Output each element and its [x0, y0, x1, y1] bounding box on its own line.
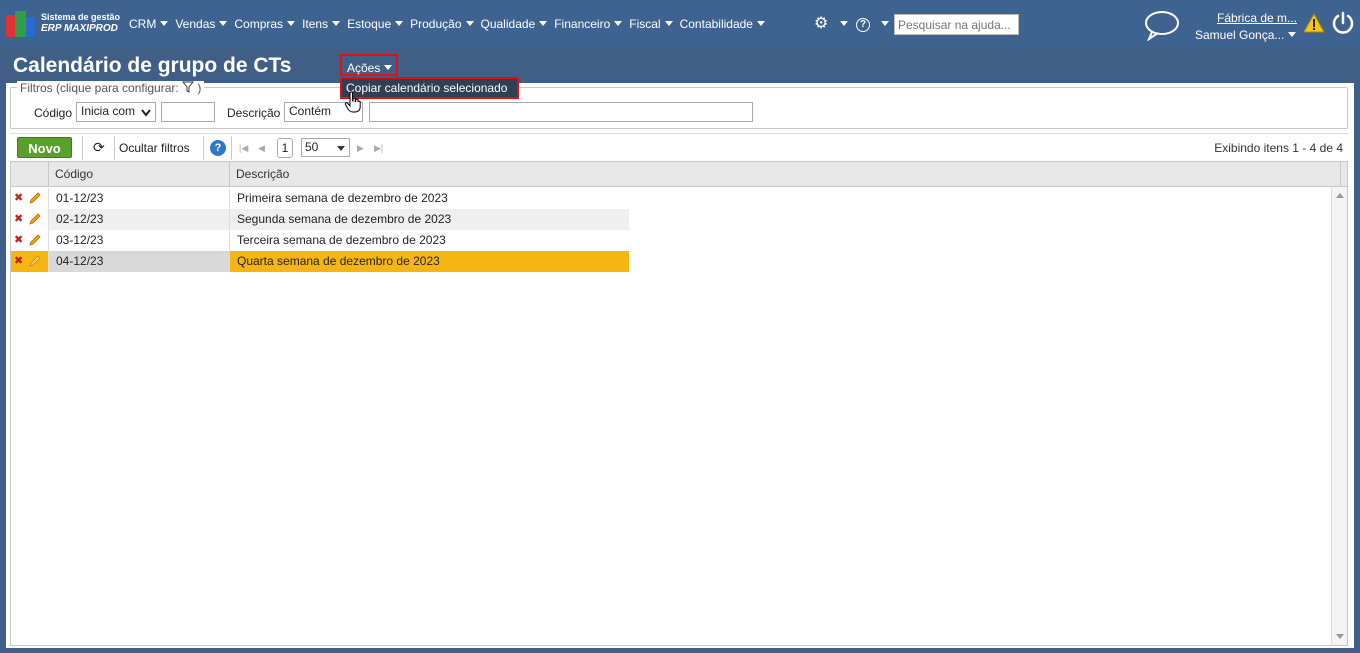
menu-itens[interactable]: Itens [302, 17, 341, 31]
descricao-column-header[interactable]: Descrição [230, 162, 1341, 187]
first-page-icon[interactable]: |◀ [239, 143, 248, 154]
brand-text[interactable]: Sistema de gestão ERP MAXIPROD [41, 12, 120, 34]
codigo-column-header[interactable]: Código [49, 162, 230, 187]
menu-estoque[interactable]: Estoque [347, 17, 404, 31]
title-bar: Calendário de grupo de CTs Ações [6, 49, 1354, 83]
top-navigation-bar: Sistema de gestão ERP MAXIPROD CRM Venda… [0, 0, 1360, 47]
grid-header: Código Descrição [11, 162, 1347, 187]
delete-icon[interactable]: ✖ [14, 192, 23, 204]
help-chevron-down-icon[interactable] [881, 21, 889, 26]
pencil-icon[interactable] [28, 233, 42, 247]
chevron-down-icon [287, 21, 296, 26]
chevron-down-icon [1288, 32, 1297, 37]
chevron-down-icon [664, 21, 673, 26]
table-row[interactable]: ✖ 02-12/23 Segunda semana de dezembro de… [11, 209, 629, 230]
codigo-operator-select[interactable]: Inicia com [76, 102, 156, 122]
page-number[interactable]: 1 [277, 138, 293, 158]
refresh-icon[interactable]: ⟳ [93, 140, 105, 154]
table-row-selected[interactable]: ✖ 04-12/23 Quarta semana de dezembro de … [11, 251, 629, 272]
chevron-down-icon [160, 21, 169, 26]
gear-icon[interactable]: ⚙ [814, 16, 828, 32]
settings-chevron-down-icon[interactable] [840, 21, 848, 26]
help-search-input[interactable] [894, 14, 1019, 35]
descricao-cell: Primeira semana de dezembro de 2023 [237, 191, 448, 205]
pencil-icon[interactable] [28, 254, 42, 268]
scroll-down-icon [1336, 634, 1344, 639]
main-menu: CRM Vendas Compras Itens Estoque Produçã… [129, 17, 772, 31]
chevron-down-icon [384, 65, 393, 70]
pencil-icon[interactable] [28, 212, 42, 226]
filters-panel: Filtros (clique para configurar: ) Códig… [10, 81, 1348, 129]
chevron-down-icon [539, 21, 548, 26]
menu-fiscal[interactable]: Fiscal [629, 17, 673, 31]
filter-icon [182, 81, 195, 93]
chevron-down-icon [465, 21, 474, 26]
chevron-down-icon [219, 21, 228, 26]
scroll-up-icon [1336, 193, 1344, 198]
delete-icon[interactable]: ✖ [14, 234, 23, 246]
descricao-filter-label: Descrição [227, 106, 281, 120]
codigo-cell: 04-12/23 [49, 251, 230, 272]
user-menu[interactable]: Samuel Gonça... [1195, 28, 1297, 42]
help-icon[interactable]: ? [856, 18, 870, 32]
pencil-icon[interactable] [28, 191, 42, 205]
prev-page-icon[interactable]: ◀ [258, 143, 265, 154]
menu-compras[interactable]: Compras [234, 17, 296, 31]
data-grid: Código Descrição ✖ 01-12/23 Primeira sem… [10, 161, 1348, 646]
menu-crm[interactable]: CRM [129, 17, 169, 31]
brand-line2: ERP MAXIPROD [41, 23, 118, 34]
actions-button[interactable]: Ações [340, 54, 398, 76]
warning-icon[interactable] [1303, 13, 1325, 33]
table-row[interactable]: ✖ 01-12/23 Primeira semana de dezembro d… [11, 188, 629, 209]
chevron-down-icon [395, 21, 404, 26]
maxiprod-logo-icon[interactable] [6, 11, 36, 37]
menu-contabilidade[interactable]: Contabilidade [680, 17, 765, 31]
menu-qualidade[interactable]: Qualidade [481, 17, 548, 31]
menu-vendas[interactable]: Vendas [175, 17, 228, 31]
chevron-down-icon [332, 21, 341, 26]
grid-toolbar: Novo ⟳ Ocultar filtros ? |◀ ◀ 1 50 ▶ ▶| … [10, 133, 1348, 161]
codigo-filter-input[interactable] [161, 102, 215, 122]
page-size-select[interactable]: 50 [301, 138, 350, 157]
page-info: Exibindo itens 1 - 4 de 4 [1214, 141, 1343, 155]
actions-column-header [11, 162, 49, 187]
last-page-icon[interactable]: ▶| [374, 143, 383, 154]
codigo-cell: 01-12/23 [49, 188, 230, 209]
filters-legend[interactable]: Filtros (clique para configurar: ) [17, 81, 205, 95]
codigo-filter-label: Código [34, 106, 73, 120]
chevron-down-icon [141, 109, 151, 117]
power-icon[interactable] [1331, 11, 1355, 35]
codigo-cell: 02-12/23 [49, 209, 230, 230]
content-window: Calendário de grupo de CTs Ações Copiar … [4, 47, 1356, 650]
brand-line1: Sistema de gestão [41, 12, 121, 22]
chevron-down-icon [614, 21, 623, 26]
codigo-cell: 03-12/23 [49, 230, 230, 251]
hide-filters-button[interactable]: Ocultar filtros [119, 141, 190, 155]
company-link[interactable]: Fábrica de m... [1217, 11, 1297, 25]
page-title: Calendário de grupo de CTs [13, 54, 292, 77]
grid-scrollbar[interactable] [1331, 187, 1347, 645]
descricao-filter-input[interactable] [369, 102, 753, 122]
chevron-down-icon [756, 21, 765, 26]
descricao-cell: Segunda semana de dezembro de 2023 [230, 209, 629, 230]
grid-help-icon[interactable]: ? [210, 140, 226, 156]
next-page-icon[interactable]: ▶ [357, 143, 364, 154]
chevron-down-icon [337, 146, 345, 151]
descricao-cell: Terceira semana de dezembro de 2023 [237, 233, 446, 247]
table-row[interactable]: ✖ 03-12/23 Terceira semana de dezembro d… [11, 230, 629, 251]
menu-producao[interactable]: Produção [410, 17, 474, 31]
chat-bubble-icon[interactable] [1143, 9, 1181, 41]
new-button[interactable]: Novo [17, 137, 72, 158]
delete-icon[interactable]: ✖ [14, 213, 23, 225]
descricao-cell: Quarta semana de dezembro de 2023 [230, 251, 629, 272]
menu-financeiro[interactable]: Financeiro [554, 17, 623, 31]
copy-calendar-menu-item[interactable]: Copiar calendário selecionado [340, 77, 519, 99]
hand-cursor-icon [344, 91, 361, 113]
delete-icon[interactable]: ✖ [14, 255, 23, 267]
